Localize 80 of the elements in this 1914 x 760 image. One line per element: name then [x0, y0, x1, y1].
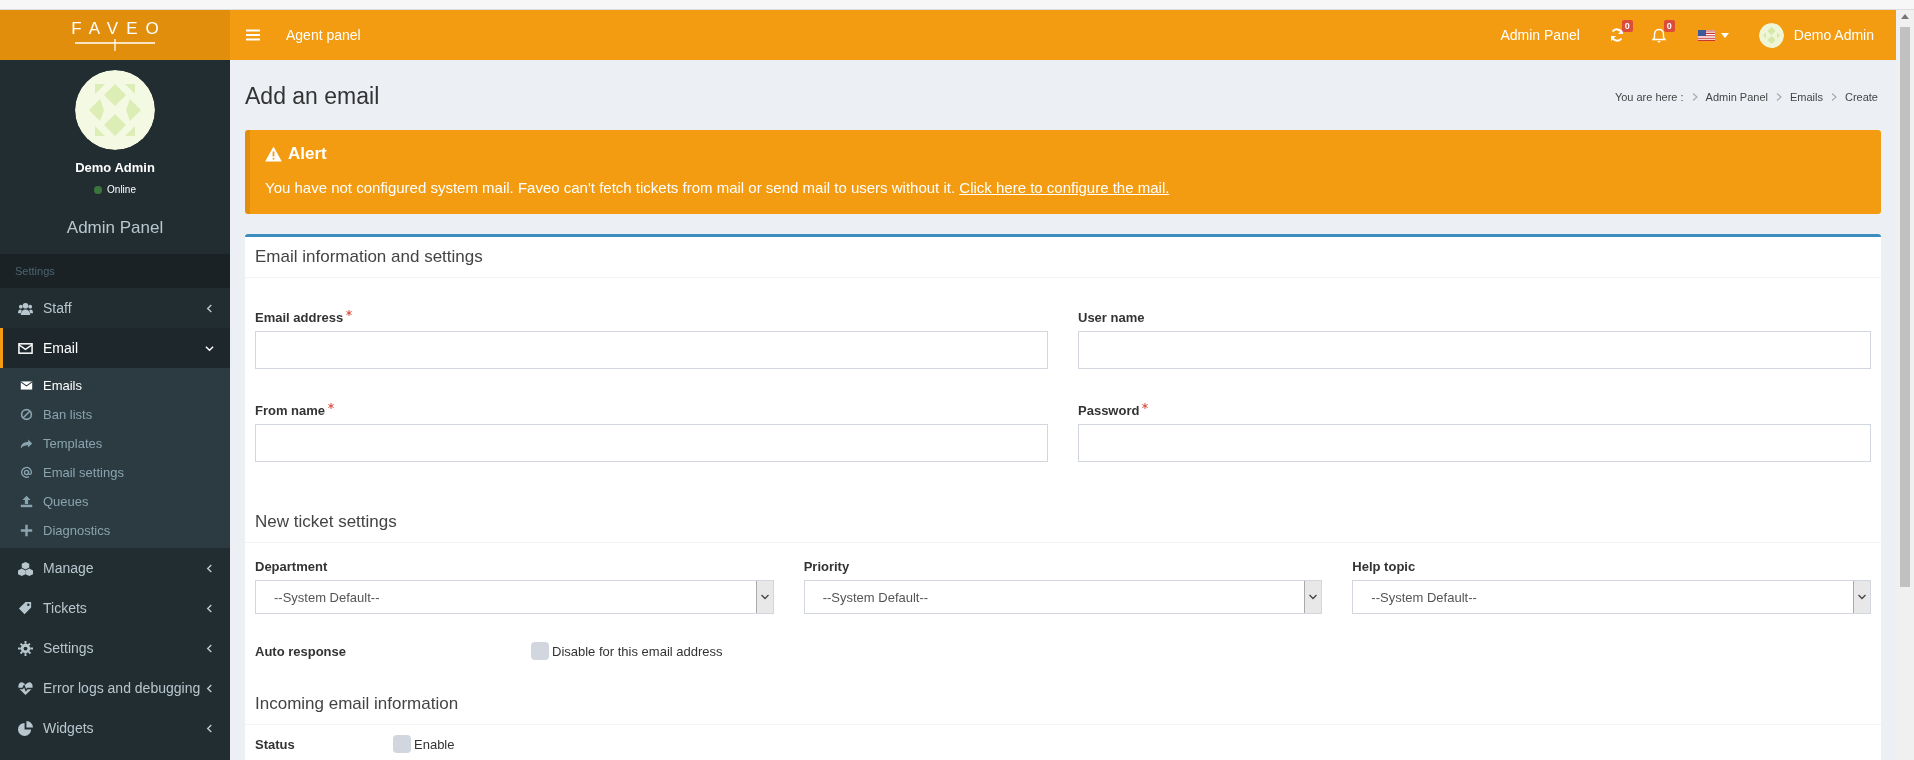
flag-icon[interactable]	[1697, 29, 1715, 41]
warning-icon	[265, 146, 282, 162]
chevron-down-icon	[1858, 594, 1866, 600]
chevron-down-icon	[760, 594, 769, 600]
sidebar-item[interactable]: Manage	[0, 548, 230, 588]
sidebar-item[interactable]: Tickets	[0, 588, 230, 628]
envelope-icon	[20, 379, 33, 392]
select-field[interactable]: --System Default--	[1352, 580, 1871, 614]
status-dot	[94, 185, 103, 194]
cross-line-icon	[74, 39, 156, 51]
checkbox-label: Enable	[414, 736, 455, 752]
select-field[interactable]: --System Default--	[255, 580, 774, 614]
breadcrumb-link[interactable]: Emails	[1789, 90, 1823, 103]
submenu-item[interactable]: Templates	[0, 429, 230, 458]
breadcrumb-link[interactable]: Create	[1844, 90, 1878, 103]
share-arrow-icon	[20, 437, 33, 450]
tag-icon	[18, 600, 33, 616]
scrollbar[interactable]	[1896, 10, 1914, 760]
count-badge: 0	[1621, 20, 1633, 32]
caret-icon[interactable]	[1720, 32, 1729, 38]
section-header: Settings	[0, 254, 230, 288]
sidebar-item[interactable]: Error logs and debugging	[0, 668, 230, 708]
input-field[interactable]	[255, 424, 1048, 462]
gear-icon	[18, 640, 33, 656]
menu-icon[interactable]	[246, 29, 260, 41]
user-name: Demo Admin	[75, 160, 155, 175]
field-label: Status	[255, 736, 296, 752]
refresh-icon[interactable]	[1609, 28, 1624, 42]
input-field[interactable]	[1078, 331, 1871, 369]
status-text: Online	[107, 184, 136, 195]
users-icon	[18, 300, 33, 316]
submenu-item[interactable]: Queues	[0, 487, 230, 516]
submenu-item[interactable]: Ban lists	[0, 400, 230, 429]
breadcrumb-label: You are here :	[1614, 90, 1684, 103]
pie-chart-icon	[18, 720, 33, 736]
field-label: From name	[255, 403, 326, 418]
field-label: Email address	[255, 310, 344, 325]
checkbox[interactable]	[393, 735, 411, 753]
submenu-item[interactable]: Email settings	[0, 458, 230, 487]
heartbeat-icon	[18, 680, 33, 696]
chevron-right-icon	[1691, 92, 1698, 101]
at-sign-icon	[20, 466, 33, 479]
field-label: Priority	[803, 559, 850, 574]
breadcrumb-link[interactable]: Admin Panel	[1705, 90, 1768, 103]
checkbox[interactable]	[531, 642, 549, 660]
section-title: New ticket settings	[245, 502, 1881, 543]
chevron-down-icon	[1309, 594, 1318, 600]
field-label: Password	[1078, 403, 1140, 418]
scroll-up-icon[interactable]	[1901, 14, 1909, 19]
page-title: Add an email	[245, 83, 380, 110]
field-label: Department	[255, 559, 328, 574]
bell-icon[interactable]	[1651, 27, 1666, 43]
chevron-right-icon	[1775, 92, 1782, 101]
field-label: User name	[1078, 310, 1145, 325]
count-badge: 0	[1663, 19, 1675, 32]
plus-icon	[20, 524, 33, 537]
input-field[interactable]	[1078, 424, 1871, 462]
cubes-icon	[18, 560, 33, 576]
alert-title: Alert	[288, 144, 327, 164]
input-field[interactable]	[255, 331, 1048, 369]
envelope-icon	[18, 340, 33, 356]
sidebar-item[interactable]: Staff	[0, 288, 230, 328]
field-label: Auto response	[255, 643, 347, 659]
submenu-item[interactable]: Diagnostics	[0, 516, 230, 545]
checkbox-label: Disable for this email address	[552, 643, 723, 659]
alert-message: You have not configured system mail. Faveo can't fetch tickets from mail or send mail to users without it. Click here to configure the mail.	[265, 178, 1171, 198]
submenu-item[interactable]: Emails	[0, 371, 230, 400]
chevron-right-icon	[1830, 92, 1837, 101]
select-field[interactable]: --System Default--	[803, 580, 1323, 614]
panel-title: Admin Panel	[66, 218, 164, 238]
sidebar-item[interactable]: Widgets	[0, 708, 230, 748]
avatar-icon[interactable]	[1758, 22, 1784, 48]
section-title: Incoming email information	[245, 684, 1881, 725]
ban-icon	[20, 408, 33, 421]
avatar-icon	[75, 70, 155, 150]
field-label: Help topic	[1352, 559, 1416, 574]
sidebar-item[interactable]: Email	[0, 328, 230, 368]
upload-icon	[20, 495, 33, 508]
section-title: Email information and settings	[245, 237, 1881, 278]
sidebar-item[interactable]: Settings	[0, 628, 230, 668]
